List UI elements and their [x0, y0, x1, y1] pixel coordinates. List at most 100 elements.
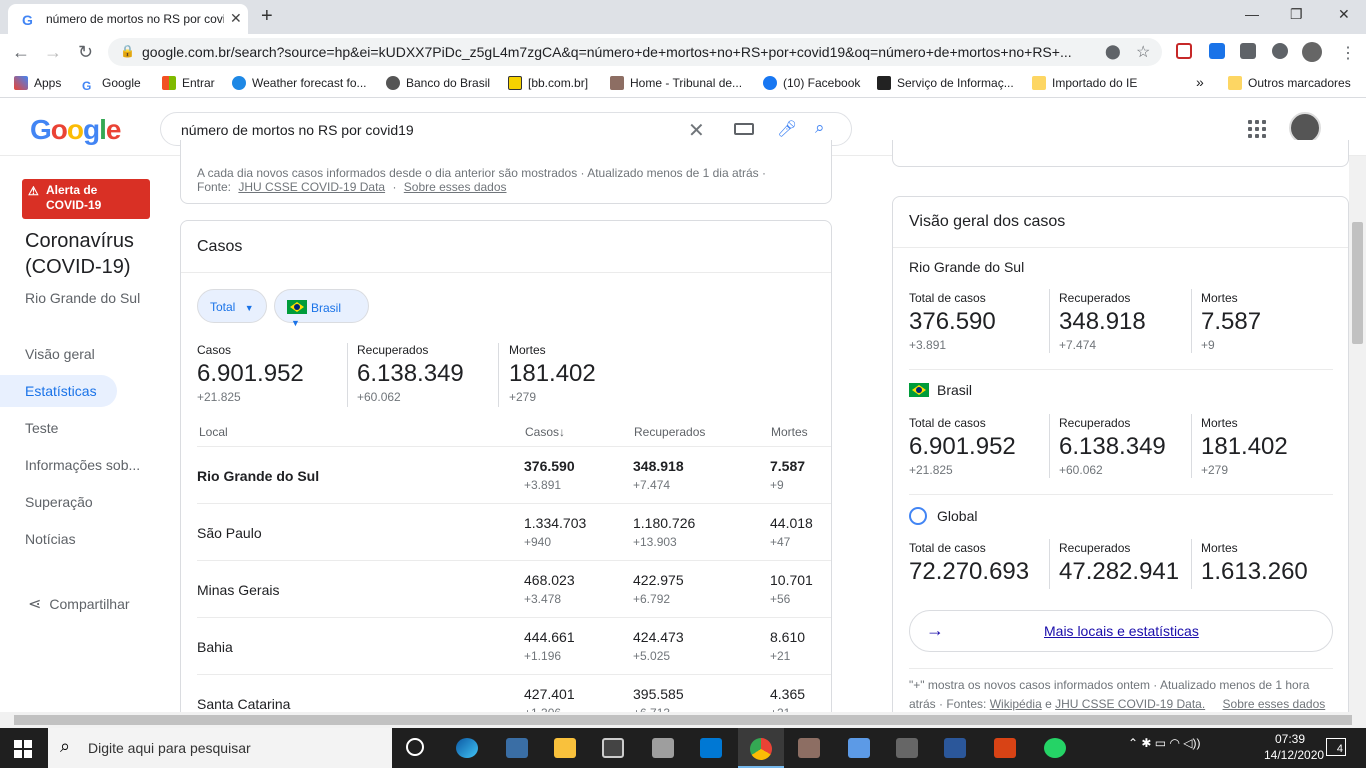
total-filter-dropdown[interactable]: Total ▼ — [197, 289, 267, 323]
nav-teste[interactable]: Teste — [25, 420, 58, 436]
tribunal-icon — [610, 76, 624, 90]
summary-deaths-label: Mortes — [509, 343, 546, 357]
word-icon[interactable] — [944, 738, 966, 758]
reload-icon[interactable]: ↻ — [78, 42, 93, 63]
share-icon: ⋖ — [28, 596, 42, 613]
new-tab-button[interactable]: + — [261, 5, 273, 28]
share-button[interactable]: ⋖ Compartilhar — [28, 594, 130, 614]
app-icon[interactable] — [994, 738, 1016, 758]
maximize-icon[interactable]: ❐ — [1290, 6, 1303, 23]
bookmark-tribunal[interactable]: Home - Tribunal de... — [610, 76, 742, 90]
brazil-flag-icon — [287, 300, 307, 314]
search-icon[interactable]: ⌕ — [815, 118, 825, 138]
edge-icon[interactable] — [456, 738, 478, 758]
back-icon[interactable]: ← — [12, 42, 30, 63]
nav-visao-geral[interactable]: Visão geral — [25, 346, 95, 362]
covid-alert-badge[interactable]: ⚠ Alerta de COVID-19 — [22, 179, 150, 219]
table-row[interactable]: São Paulo 1.334.703 +940 1.180.726 +13.9… — [197, 503, 831, 560]
mail-icon[interactable] — [700, 738, 722, 758]
bookmark-bb[interactable]: [bb.com.br] — [508, 76, 588, 90]
photos-icon[interactable] — [848, 738, 870, 758]
top-note-card: A cada dia novos casos informados desde … — [180, 140, 832, 204]
bookmark-facebook[interactable]: (10) Facebook — [763, 76, 860, 90]
globe-icon — [909, 507, 927, 525]
about-data-link[interactable]: Sobre esses dados — [1223, 697, 1326, 711]
bookmark-importado[interactable]: Importado do IE — [1032, 76, 1137, 90]
google-apps-icon[interactable] — [1248, 120, 1266, 138]
forward-icon[interactable]: → — [44, 42, 62, 63]
microphone-icon[interactable]: 🎤︎ — [777, 119, 797, 139]
table-row[interactable]: Bahia 444.661 +1.196 424.473 +5.025 8.61… — [197, 617, 831, 674]
nav-informacoes[interactable]: Informações sob... — [25, 457, 140, 473]
computer-icon[interactable] — [506, 738, 528, 758]
country-filter-dropdown[interactable]: Brasil ▼ — [274, 289, 369, 328]
minimize-icon[interactable]: — — [1245, 6, 1259, 22]
global-recovered-value: 47.282.941 — [1059, 558, 1180, 585]
extension-icon[interactable] — [1209, 43, 1225, 59]
more-stats-button[interactable]: → Mais locais e estatísticas — [909, 610, 1333, 652]
tray-icons[interactable]: ⌃ ✱ ▭ ◠ ◁)) — [1128, 736, 1200, 750]
tab-strip: G número de mortos no RS por covid19 ✕ +… — [0, 0, 1366, 34]
jhu-source-link[interactable]: JHU CSSE COVID-19 Data — [238, 180, 385, 194]
address-bar[interactable]: 🔒 google.com.br/search?source=hp&ei=kUDX… — [108, 38, 1162, 66]
start-button[interactable] — [14, 740, 32, 758]
store-icon[interactable] — [602, 738, 624, 758]
header-mortes[interactable]: Mortes — [771, 425, 808, 439]
bookmark-outros[interactable]: Outros marcadores — [1228, 76, 1351, 90]
close-tab-icon[interactable]: ✕ — [230, 10, 242, 27]
whatsapp-icon[interactable] — [1044, 738, 1066, 758]
browser-tab[interactable]: G número de mortos no RS por covid19 ✕ — [8, 4, 248, 34]
update-note: A cada dia novos casos informados desde … — [197, 166, 766, 180]
about-data-link[interactable]: Sobre esses dados — [404, 180, 507, 194]
summary-cases-value: 6.901.952 — [197, 360, 304, 387]
nav-noticias[interactable]: Notícias — [25, 531, 76, 547]
keyboard-icon[interactable] — [734, 123, 754, 135]
task-view-icon[interactable] — [406, 738, 424, 756]
clock[interactable]: 07:39 14/12/2020 — [1264, 732, 1324, 762]
lock-icon[interactable]: 🔒 — [120, 44, 135, 58]
header-casos[interactable]: Casos↓ — [525, 425, 565, 439]
close-window-icon[interactable]: ✕ — [1338, 6, 1350, 23]
taskbar-search[interactable]: ⌕ Digite aqui para pesquisar — [48, 728, 392, 768]
wikipedia-link[interactable]: Wikipédia — [990, 697, 1042, 711]
extension-icon[interactable] — [1176, 43, 1192, 59]
horizontal-scroll-thumb[interactable] — [14, 715, 1352, 725]
profile-avatar[interactable] — [1302, 42, 1322, 62]
apps-icon — [14, 76, 28, 90]
calculator-icon[interactable] — [652, 738, 674, 758]
global-total-value: 72.270.693 — [909, 558, 1030, 585]
chrome-icon[interactable] — [750, 738, 772, 760]
nav-estatisticas[interactable]: Estatísticas — [25, 383, 97, 399]
table-row[interactable]: Minas Gerais 468.023 +3.478 422.975 +6.7… — [197, 560, 831, 617]
bookmark-google[interactable]: G Google — [82, 76, 141, 93]
header-recuperados[interactable]: Recuperados — [634, 425, 705, 439]
notifications-icon[interactable]: 4 — [1326, 738, 1346, 756]
bookmarks-bar: Apps G Google Entrar Weather forecast fo.… — [0, 70, 1366, 98]
nav-superacao[interactable]: Superação — [25, 494, 93, 510]
search-query[interactable]: número de mortos no RS por covid19 — [181, 122, 414, 138]
file-explorer-icon[interactable] — [554, 738, 576, 758]
paint-icon[interactable] — [798, 738, 820, 758]
menu-icon[interactable]: ⋮ — [1340, 43, 1356, 63]
bookmarks-overflow-button[interactable]: » — [1196, 74, 1204, 90]
google-logo[interactable]: Google — [30, 114, 121, 146]
extension-icon[interactable] — [1240, 43, 1256, 59]
global-deaths-value: 1.613.260 — [1201, 558, 1308, 585]
bookmark-weather[interactable]: Weather forecast fo... — [232, 76, 367, 90]
bookmark-apps[interactable]: Apps — [14, 76, 61, 90]
location-icon[interactable]: ⬤ — [1105, 43, 1121, 60]
bookmark-banco-do-brasil[interactable]: Banco do Brasil — [386, 76, 490, 90]
scanner-icon[interactable] — [896, 738, 918, 758]
bookmark-star-icon[interactable]: ☆ — [1136, 42, 1150, 62]
folder-icon — [1228, 76, 1242, 90]
header-local[interactable]: Local — [199, 425, 228, 439]
bookmark-entrar[interactable]: Entrar — [162, 76, 215, 90]
microsoft-icon — [162, 76, 176, 90]
table-row[interactable]: Rio Grande do Sul 376.590 +3.891 348.918… — [197, 446, 831, 503]
jhu-link[interactable]: JHU CSSE COVID-19 Data. — [1055, 697, 1205, 711]
puzzle-icon[interactable] — [1272, 43, 1288, 59]
url-text[interactable]: google.com.br/search?source=hp&ei=kUDXX7… — [142, 44, 1092, 60]
vertical-scroll-thumb[interactable] — [1352, 222, 1363, 344]
bookmark-servico[interactable]: Serviço de Informaç... — [877, 76, 1014, 90]
rs-deaths-value: 7.587 — [1201, 308, 1262, 335]
